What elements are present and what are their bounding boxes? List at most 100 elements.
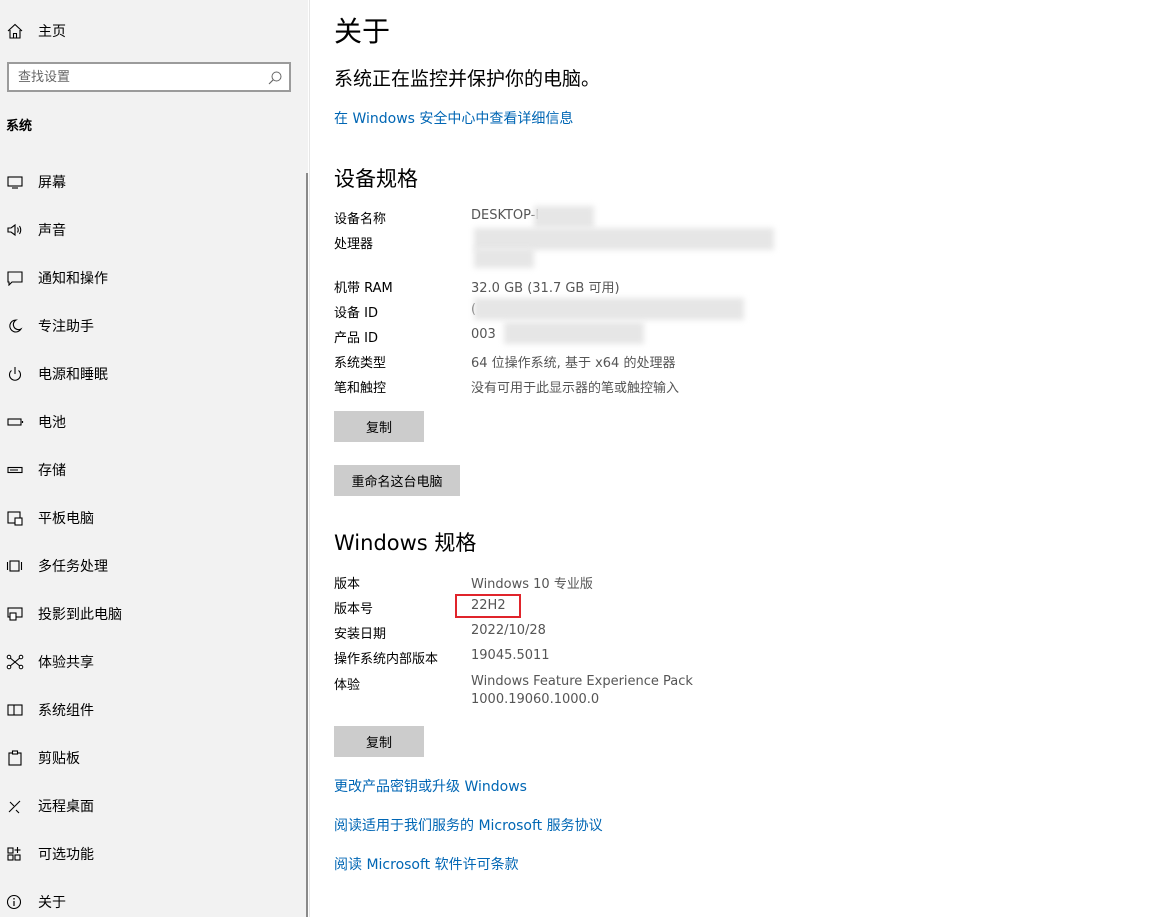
sidebar-section-system: 系统 bbox=[6, 119, 33, 134]
remote-desktop-icon bbox=[4, 797, 26, 815]
projecting-icon bbox=[4, 605, 26, 623]
sidebar-item-label: 屏幕 bbox=[38, 175, 66, 191]
power-icon bbox=[4, 365, 26, 383]
sidebar-item-notifications[interactable]: 通知和操作 bbox=[0, 264, 300, 292]
search-box[interactable] bbox=[7, 62, 291, 92]
spec-key: 体验 bbox=[334, 678, 361, 693]
system-components-icon bbox=[4, 701, 26, 719]
sidebar-item-label: 体验共享 bbox=[38, 655, 94, 671]
sidebar-item-label: 系统组件 bbox=[38, 703, 94, 719]
spec-value: 19045.5011 bbox=[471, 648, 550, 663]
change-product-key-link[interactable]: 更改产品密钥或升级 Windows bbox=[334, 776, 527, 796]
speaker-icon bbox=[4, 221, 26, 239]
share-experience-icon bbox=[4, 653, 26, 671]
spec-key: 版本 bbox=[334, 577, 361, 592]
windows-specs-heading: Windows 规格 bbox=[334, 531, 477, 555]
spec-row-system-type: 系统类型 64 位操作系统, 基于 x64 的处理器 bbox=[334, 352, 1034, 372]
display-icon bbox=[4, 173, 26, 191]
page-title: 关于 bbox=[334, 15, 391, 48]
spec-row-ram: 机带 RAM 32.0 GB (31.7 GB 可用) bbox=[334, 277, 1034, 297]
sidebar-item-label: 电池 bbox=[38, 415, 66, 431]
version-highlight-box bbox=[455, 594, 521, 618]
multitasking-icon bbox=[4, 557, 26, 575]
copy-windows-specs-button[interactable]: 复制 bbox=[334, 726, 424, 757]
sidebar-item-focus-assist[interactable]: 专注助手 bbox=[0, 312, 300, 340]
software-license-terms-link[interactable]: 阅读 Microsoft 软件许可条款 bbox=[334, 854, 519, 874]
spec-key: 笔和触控 bbox=[334, 381, 387, 396]
sidebar-item-system-components[interactable]: 系统组件 bbox=[0, 696, 300, 724]
sidebar-item-label: 可选功能 bbox=[38, 847, 94, 863]
sidebar-item-label: 通知和操作 bbox=[38, 271, 108, 287]
spec-key: 产品 ID bbox=[334, 331, 378, 346]
sidebar-home-label: 主页 bbox=[38, 24, 66, 40]
home-icon bbox=[6, 22, 28, 40]
spec-value: 2022/10/28 bbox=[471, 623, 546, 638]
spec-row-product-id: 产品 ID 003 bbox=[334, 327, 1034, 347]
device-specs-heading: 设备规格 bbox=[334, 167, 418, 191]
spec-row-installed-on: 安装日期 2022/10/28 bbox=[334, 623, 1034, 643]
sidebar-item-shared-experiences[interactable]: 体验共享 bbox=[0, 648, 300, 676]
sidebar-item-about[interactable]: 关于 bbox=[0, 888, 300, 916]
sidebar-divider bbox=[309, 0, 310, 917]
spec-value: 没有可用于此显示器的笔或触控输入 bbox=[471, 381, 680, 396]
info-icon bbox=[4, 893, 26, 911]
sidebar-item-label: 多任务处理 bbox=[38, 559, 108, 575]
sidebar-item-label: 电源和睡眠 bbox=[38, 367, 108, 383]
spec-value: 64 位操作系统, 基于 x64 的处理器 bbox=[471, 356, 676, 371]
sidebar-item-sound[interactable]: 声音 bbox=[0, 216, 300, 244]
sidebar-item-multitasking[interactable]: 多任务处理 bbox=[0, 552, 300, 580]
about-page: 关于 系统正在监控并保护你的电脑。 在 Windows 安全中心中查看详细信息 … bbox=[334, 0, 1134, 917]
spec-row-pen-touch: 笔和触控 没有可用于此显示器的笔或触控输入 bbox=[334, 377, 1034, 397]
sidebar-item-tablet[interactable]: 平板电脑 bbox=[0, 504, 300, 532]
clipboard-icon bbox=[4, 749, 26, 767]
sidebar-item-remote-desktop[interactable]: 远程桌面 bbox=[0, 792, 300, 820]
spec-value: Windows Feature Experience Pack bbox=[471, 674, 693, 689]
microsoft-services-agreement-link[interactable]: 阅读适用于我们服务的 Microsoft 服务协议 bbox=[334, 815, 603, 835]
spec-key: 操作系统内部版本 bbox=[334, 652, 439, 667]
spec-key: 处理器 bbox=[334, 237, 374, 252]
spec-key: 机带 RAM bbox=[334, 281, 393, 296]
sidebar-item-battery[interactable]: 电池 bbox=[0, 408, 300, 436]
sidebar-item-label: 关于 bbox=[38, 895, 66, 911]
rename-pc-button[interactable]: 重命名这台电脑 bbox=[334, 465, 460, 496]
sidebar-item-label: 剪贴板 bbox=[38, 751, 80, 767]
spec-key: 安装日期 bbox=[334, 627, 387, 642]
spec-value-line2: 1000.19060.1000.0 bbox=[471, 692, 600, 707]
sidebar-item-label: 平板电脑 bbox=[38, 511, 94, 527]
spec-row-experience: 体验 Windows Feature Experience Pack 1000.… bbox=[334, 674, 1034, 714]
spec-row-version: 版本号 22H2 bbox=[334, 598, 1034, 618]
notification-icon bbox=[4, 269, 26, 287]
spec-value: Windows 10 专业版 bbox=[471, 577, 593, 592]
spec-row-device-name: 设备名称 DESKTOP-I bbox=[334, 208, 1034, 228]
sidebar-item-projecting[interactable]: 投影到此电脑 bbox=[0, 600, 300, 628]
spec-value: DESKTOP-I bbox=[471, 208, 540, 223]
spec-key: 系统类型 bbox=[334, 356, 387, 371]
sidebar-item-label: 远程桌面 bbox=[38, 799, 94, 815]
storage-icon bbox=[4, 461, 26, 479]
sidebar-home[interactable]: 主页 bbox=[6, 20, 66, 42]
spec-value: 003 bbox=[471, 327, 496, 342]
spec-value: 32.0 GB (31.7 GB 可用) bbox=[471, 281, 620, 296]
settings-sidebar: 主页 系统 屏幕 声音 通知和操作 专注助手 电源和睡眠 电池 存储 平板电脑 bbox=[0, 0, 308, 917]
sidebar-item-display[interactable]: 屏幕 bbox=[0, 168, 300, 196]
spec-row-os-build: 操作系统内部版本 19045.5011 bbox=[334, 648, 1034, 668]
sidebar-item-label: 投影到此电脑 bbox=[38, 607, 122, 623]
sidebar-item-optional-features[interactable]: 可选功能 bbox=[0, 840, 300, 868]
spec-key: 设备名称 bbox=[334, 212, 387, 227]
copy-device-specs-button[interactable]: 复制 bbox=[334, 411, 424, 442]
search-icon[interactable] bbox=[267, 70, 283, 86]
sidebar-item-power-sleep[interactable]: 电源和睡眠 bbox=[0, 360, 300, 388]
spec-row-edition: 版本 Windows 10 专业版 bbox=[334, 573, 1034, 593]
spec-key: 版本号 bbox=[334, 602, 374, 617]
optional-features-icon bbox=[4, 845, 26, 863]
sidebar-item-label: 声音 bbox=[38, 223, 66, 239]
sidebar-item-storage[interactable]: 存储 bbox=[0, 456, 300, 484]
moon-icon bbox=[4, 317, 26, 335]
security-center-link[interactable]: 在 Windows 安全中心中查看详细信息 bbox=[334, 108, 573, 128]
sidebar-item-clipboard[interactable]: 剪贴板 bbox=[0, 744, 300, 772]
sidebar-scrollbar[interactable] bbox=[306, 173, 308, 917]
search-input[interactable] bbox=[9, 64, 268, 90]
battery-icon bbox=[4, 413, 26, 431]
spec-key: 设备 ID bbox=[334, 306, 378, 321]
security-status-text: 系统正在监控并保护你的电脑。 bbox=[334, 68, 601, 90]
